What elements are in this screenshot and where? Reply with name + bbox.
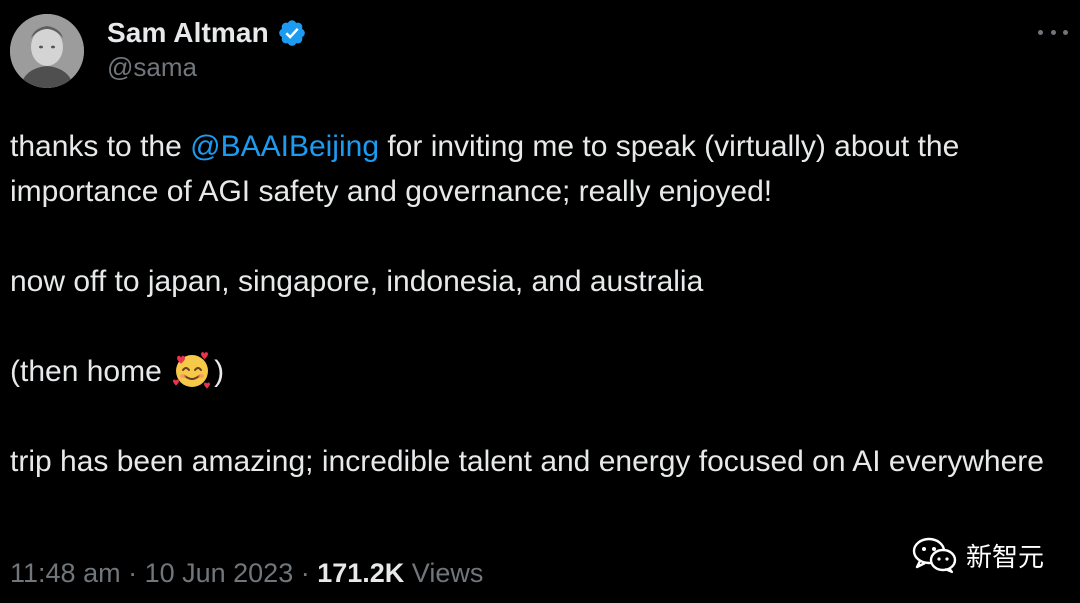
author-name[interactable]: Sam Altman bbox=[107, 17, 269, 49]
mention-link[interactable]: @BAAIBeijing bbox=[190, 130, 379, 163]
tweet-text: thanks to the @BAAIBeijing for inviting … bbox=[10, 124, 1060, 484]
wechat-logo-icon bbox=[912, 537, 957, 574]
tweet-date[interactable]: 10 Jun 2023 bbox=[145, 558, 294, 588]
tweet-paragraph: now off to japan, singapore, indonesia, … bbox=[10, 265, 704, 298]
more-options-icon[interactable] bbox=[1038, 20, 1068, 44]
author-handle[interactable]: @sama bbox=[107, 52, 197, 83]
views-label: Views bbox=[404, 558, 484, 588]
watermark: 新智元 bbox=[912, 536, 1044, 574]
tweet-paragraph: (then home ) bbox=[10, 349, 1060, 394]
views-count[interactable]: 171.2K bbox=[317, 558, 404, 588]
tweet-paragraph: thanks to the @BAAIBeijing for inviting … bbox=[10, 124, 1060, 214]
tweet-paragraph: trip has been amazing; incredible talent… bbox=[10, 445, 1044, 478]
more-dot bbox=[1063, 29, 1068, 35]
meta-separator: · bbox=[293, 558, 318, 588]
tweet-text-segment: (then home bbox=[10, 355, 171, 388]
tweet-meta: 11:48 am · 10 Jun 2023 · 171.2K Views bbox=[10, 558, 483, 589]
tweet-text-segment: ) bbox=[214, 355, 225, 388]
smiling-face-with-hearts-icon bbox=[172, 350, 212, 390]
tweet-text-segment: thanks to the bbox=[10, 130, 191, 163]
avatar[interactable] bbox=[10, 14, 84, 88]
meta-separator: · bbox=[120, 558, 145, 588]
watermark-text: 新智元 bbox=[965, 542, 1044, 573]
tweet-card: Sam Altman @sama thanks to the @BAAIBeij… bbox=[0, 0, 1080, 603]
tweet-time[interactable]: 11:48 am bbox=[10, 558, 121, 588]
more-dot bbox=[1050, 29, 1056, 35]
avatar-image bbox=[10, 14, 84, 88]
author-name-row[interactable]: Sam Altman bbox=[107, 14, 307, 52]
more-dot bbox=[1038, 29, 1043, 35]
verified-badge-icon bbox=[277, 18, 307, 48]
